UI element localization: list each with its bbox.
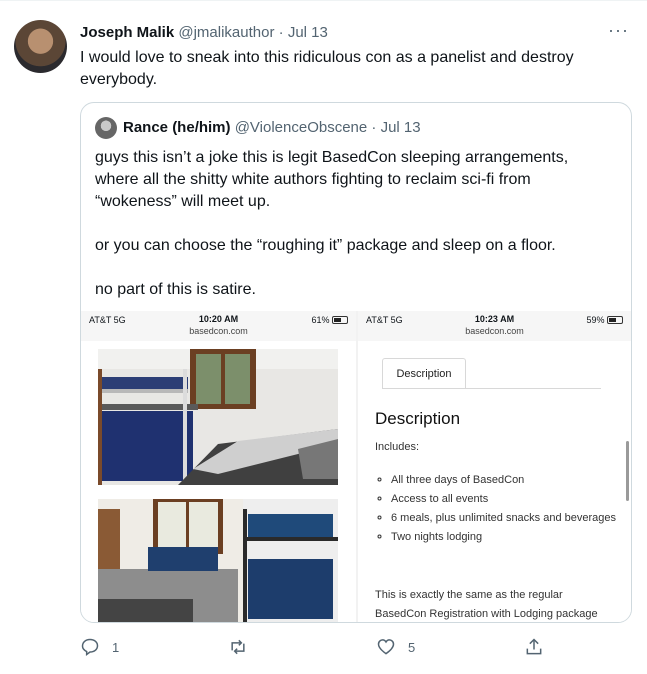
- reply-icon: [81, 638, 99, 656]
- quote-paragraph: guys this isn’t a joke this is legit Bas…: [95, 149, 569, 210]
- tab-divider: [382, 388, 601, 389]
- status-url: basedcon.com: [465, 326, 524, 336]
- list-item: All three days of BasedCon: [391, 471, 626, 490]
- list-item: 6 meals, plus unlimited snacks and bever…: [391, 509, 626, 528]
- battery-fill: [609, 318, 617, 322]
- screenshot-right[interactable]: AT&T 5G 10:23 AM basedcon.com 59% Descri…: [358, 311, 631, 622]
- tweet-text: I would love to sneak into this ridiculo…: [80, 49, 574, 88]
- screenshot-left[interactable]: AT&T 5G 10:20 AM basedcon.com 61%: [81, 311, 356, 622]
- includes-label: Includes:: [375, 441, 420, 453]
- product-heading: Description: [375, 409, 461, 428]
- more-icon[interactable]: ···: [608, 20, 629, 41]
- battery-icon: [332, 316, 348, 324]
- reply-count: 1: [112, 639, 120, 655]
- tab-description[interactable]: Description: [382, 358, 466, 389]
- product-paragraph: This is exactly the same as the regular …: [375, 589, 598, 620]
- status-bar: AT&T 5G 10:23 AM basedcon.com 59%: [358, 311, 631, 341]
- quote-author-handle[interactable]: @ViolenceObscene: [235, 119, 368, 136]
- separator: ·: [278, 24, 284, 41]
- like-count: 5: [408, 639, 416, 655]
- quote-avatar[interactable]: [95, 117, 117, 139]
- action-bar: 1 5: [80, 637, 600, 659]
- retweet-icon: [231, 639, 245, 655]
- battery-percent: 59%: [586, 315, 605, 325]
- includes-list: All three days of BasedCon Access to all…: [375, 471, 626, 547]
- battery-indicator: 61%: [311, 315, 348, 325]
- quote-text: guys this isn’t a joke this is legit Bas…: [95, 147, 615, 323]
- battery-icon: [607, 316, 623, 324]
- quote-paragraph: no part of this is satire.: [95, 281, 256, 298]
- battery-percent: 61%: [311, 315, 330, 325]
- quote-separator: ·: [371, 119, 377, 136]
- media-grid[interactable]: AT&T 5G 10:20 AM basedcon.com 61% AT&T 5…: [81, 311, 631, 622]
- avatar[interactable]: [14, 20, 67, 73]
- battery-fill: [334, 318, 342, 322]
- status-url: basedcon.com: [189, 326, 248, 336]
- tweet-header: Joseph Malik @jmalikauthor · Jul 13: [80, 24, 328, 41]
- share-icon: [526, 638, 542, 655]
- room-photo-bedroom: [98, 499, 338, 622]
- quote-tweet[interactable]: Rance (he/him) @ViolenceObscene · Jul 13…: [80, 102, 632, 623]
- quote-author-name[interactable]: Rance (he/him): [123, 119, 231, 136]
- tweet[interactable]: Joseph Malik @jmalikauthor · Jul 13 ··· …: [0, 0, 647, 674]
- status-bar: AT&T 5G 10:20 AM basedcon.com 61%: [81, 311, 356, 341]
- author-name[interactable]: Joseph Malik: [80, 24, 174, 41]
- scrollbar[interactable]: [626, 441, 629, 501]
- quote-header: Rance (he/him) @ViolenceObscene · Jul 13: [123, 119, 421, 136]
- author-handle[interactable]: @jmalikauthor: [178, 24, 274, 41]
- battery-indicator: 59%: [586, 315, 623, 325]
- room-photo-bunkbed: [98, 349, 338, 485]
- list-item: Access to all events: [391, 490, 626, 509]
- reply-button[interactable]: 1: [80, 637, 119, 657]
- retweet-button[interactable]: [228, 637, 248, 657]
- quote-date[interactable]: Jul 13: [381, 119, 421, 136]
- tweet-date[interactable]: Jul 13: [288, 24, 328, 41]
- heart-icon: [377, 639, 395, 655]
- list-item: Two nights lodging: [391, 528, 626, 547]
- share-button[interactable]: [524, 637, 544, 657]
- like-button[interactable]: 5: [376, 637, 415, 657]
- quote-paragraph: or you can choose the “roughing it” pack…: [95, 237, 556, 254]
